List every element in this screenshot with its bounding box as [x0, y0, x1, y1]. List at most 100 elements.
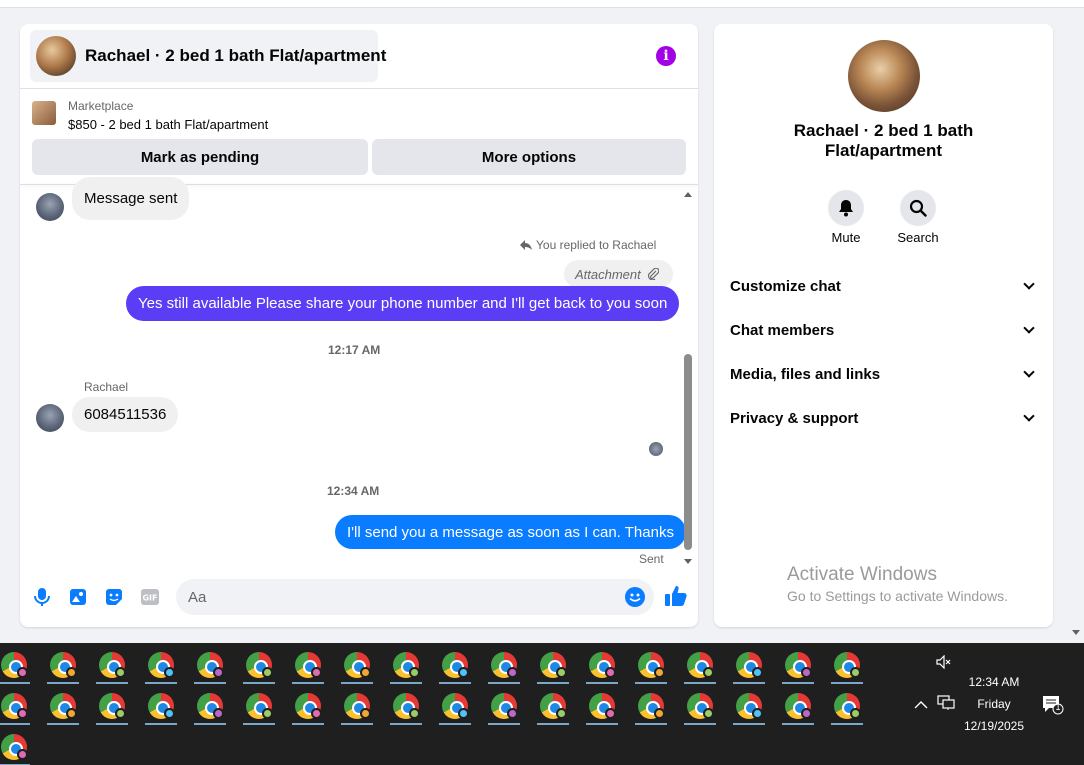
- profile-badge-icon: [605, 667, 616, 678]
- chrome-profile-icon[interactable]: [93, 687, 131, 725]
- profile-badge-icon: [17, 708, 28, 719]
- chrome-profile-icon[interactable]: [289, 646, 327, 684]
- info-title: Rachael · 2 bed 1 bath Flat/apartment: [793, 121, 974, 160]
- chrome-profile-icon[interactable]: [338, 646, 376, 684]
- chrome-profile-icon[interactable]: [534, 687, 572, 725]
- search-button[interactable]: [900, 190, 936, 226]
- clock-time[interactable]: 12:34 AM: [958, 675, 1030, 689]
- photo-icon[interactable]: [68, 587, 88, 607]
- section-privacy-support[interactable]: Privacy & support: [730, 404, 1037, 432]
- scroll-up-arrow[interactable]: [684, 192, 692, 197]
- messages-scrollbar[interactable]: [682, 188, 694, 564]
- running-indicator: [145, 682, 177, 684]
- avatar[interactable]: [36, 404, 64, 432]
- section-customize-chat[interactable]: Customize chat: [730, 272, 1037, 300]
- chrome-profile-icon[interactable]: [583, 687, 621, 725]
- chrome-profile-icon[interactable]: [0, 687, 33, 725]
- outgoing-message: I'll send you a message as soon as I can…: [335, 515, 686, 549]
- emoji-icon[interactable]: [625, 587, 645, 607]
- seen-indicator-avatar: [649, 442, 663, 456]
- section-media-files-links[interactable]: Media, files and links: [730, 360, 1037, 388]
- clock-day[interactable]: Friday: [958, 697, 1030, 711]
- running-indicator: [586, 682, 618, 684]
- chrome-profile-icon[interactable]: [289, 687, 327, 725]
- mark-pending-button[interactable]: Mark as pending: [32, 139, 368, 175]
- running-indicator: [635, 682, 667, 684]
- chrome-profile-icon[interactable]: [142, 646, 180, 684]
- listing-profile-picture: [848, 40, 920, 112]
- microphone-icon[interactable]: [32, 587, 52, 607]
- section-chat-members[interactable]: Chat members: [730, 316, 1037, 344]
- scroll-down-arrow[interactable]: [684, 559, 692, 564]
- profile-badge-icon: [752, 708, 763, 719]
- chrome-profile-icon[interactable]: [779, 687, 817, 725]
- notification-center-icon[interactable]: 1: [1042, 695, 1064, 715]
- chrome-profile-icon[interactable]: [0, 728, 33, 765]
- profile-badge-icon: [703, 667, 714, 678]
- chevron-down-icon: [1023, 410, 1035, 422]
- muted-speaker-icon[interactable]: [936, 654, 952, 672]
- chrome-profile-icon[interactable]: [240, 646, 278, 684]
- chrome-profile-icon[interactable]: [436, 646, 474, 684]
- chrome-profile-icon[interactable]: [583, 646, 621, 684]
- chrome-profile-icon[interactable]: [338, 687, 376, 725]
- chrome-profile-icon[interactable]: [44, 687, 82, 725]
- chrome-profile-icon[interactable]: [191, 646, 229, 684]
- mute-button[interactable]: [828, 190, 864, 226]
- chrome-profile-icon[interactable]: [0, 646, 33, 684]
- running-indicator: [782, 723, 814, 725]
- running-indicator: [292, 723, 324, 725]
- chrome-profile-icon[interactable]: [240, 687, 278, 725]
- chrome-profile-icon[interactable]: [828, 687, 866, 725]
- sticker-icon[interactable]: [104, 587, 124, 607]
- chrome-profile-icon[interactable]: [730, 646, 768, 684]
- section-label: Customize chat: [730, 277, 841, 295]
- page-scroll-down-arrow[interactable]: [1072, 630, 1080, 635]
- chrome-profile-icon[interactable]: [436, 687, 474, 725]
- thumbs-up-icon[interactable]: [664, 584, 688, 608]
- profile-badge-icon: [654, 708, 665, 719]
- message-input-container[interactable]: [176, 579, 654, 615]
- timestamp: 12:34 AM: [327, 484, 380, 498]
- chat-header[interactable]: Rachael · 2 bed 1 bath Flat/apartment: [30, 30, 386, 82]
- listing-thumbnail: [36, 36, 76, 76]
- info-icon[interactable]: i: [656, 46, 676, 66]
- running-indicator: [390, 723, 422, 725]
- show-hidden-icons-chevron-icon[interactable]: [914, 698, 928, 713]
- avatar[interactable]: [36, 193, 64, 221]
- chrome-profile-icon[interactable]: [387, 687, 425, 725]
- listing-small-thumbnail: [32, 101, 56, 125]
- network-icon[interactable]: [937, 695, 955, 714]
- chrome-profile-icon[interactable]: [191, 687, 229, 725]
- chrome-profile-icon[interactable]: [681, 646, 719, 684]
- chrome-profile-icon[interactable]: [828, 646, 866, 684]
- timestamp: 12:17 AM: [328, 343, 381, 357]
- running-indicator: [96, 682, 128, 684]
- chrome-profile-icon[interactable]: [44, 646, 82, 684]
- chrome-profile-icon[interactable]: [681, 687, 719, 725]
- profile-badge-icon: [360, 708, 371, 719]
- running-indicator: [733, 723, 765, 725]
- attachment[interactable]: Attachment: [564, 260, 673, 288]
- chrome-profile-icon[interactable]: [632, 687, 670, 725]
- chrome-profile-icon[interactable]: [485, 646, 523, 684]
- clock-date[interactable]: 12/19/2025: [958, 719, 1030, 733]
- profile-badge-icon: [213, 667, 224, 678]
- chrome-profile-icon[interactable]: [779, 646, 817, 684]
- running-indicator: [537, 682, 569, 684]
- chrome-profile-icon[interactable]: [485, 687, 523, 725]
- scroll-thumb[interactable]: [684, 354, 692, 550]
- profile-badge-icon: [507, 667, 518, 678]
- more-options-button[interactable]: More options: [372, 139, 686, 175]
- chrome-profile-icon[interactable]: [142, 687, 180, 725]
- chrome-profile-icon[interactable]: [387, 646, 425, 684]
- gif-icon[interactable]: GIF: [140, 587, 160, 607]
- chrome-profile-icon[interactable]: [93, 646, 131, 684]
- profile-badge-icon: [752, 667, 763, 678]
- chrome-profile-icon[interactable]: [730, 687, 768, 725]
- listing-summary[interactable]: $850 - 2 bed 1 bath Flat/apartment: [68, 117, 268, 132]
- browser-top-strip: [0, 0, 1084, 8]
- chrome-profile-icon[interactable]: [632, 646, 670, 684]
- message-input[interactable]: [188, 579, 618, 615]
- chrome-profile-icon[interactable]: [534, 646, 572, 684]
